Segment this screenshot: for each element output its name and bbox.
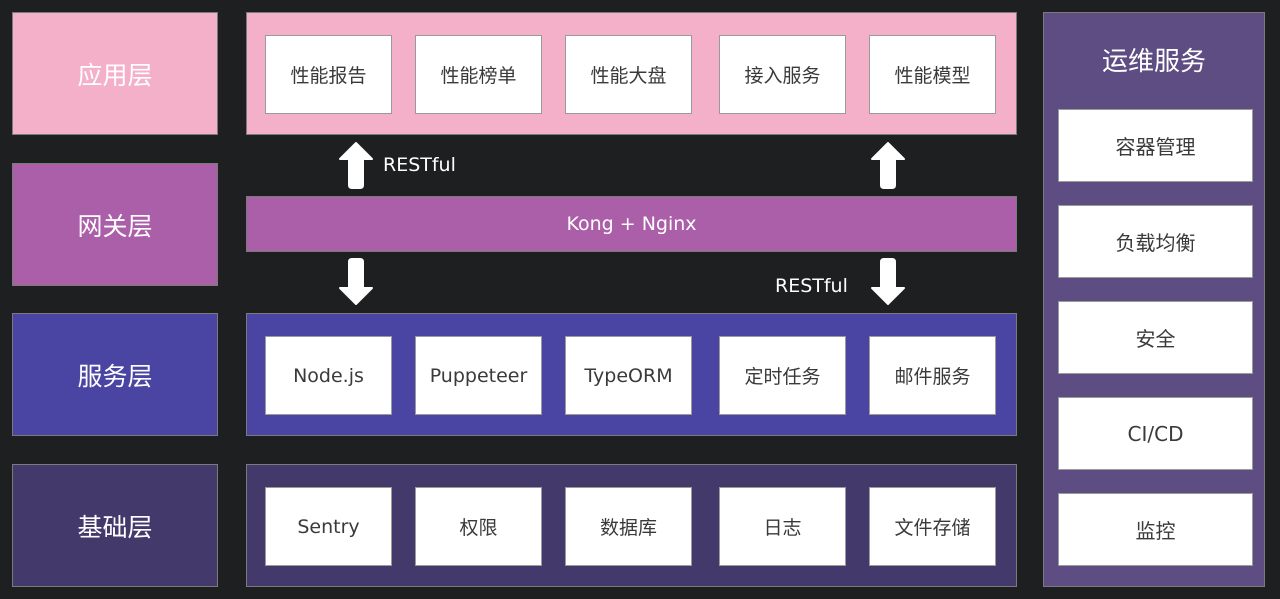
box-label: 性能模型: [894, 65, 971, 87]
box-label: 定时任务: [744, 366, 821, 388]
ops-item-container-management: 容器管理: [1058, 109, 1253, 182]
service-item-nodejs: Node.js: [265, 336, 392, 415]
box-label: 数据库: [599, 517, 657, 539]
app-item-performance-report: 性能报告: [265, 35, 392, 114]
box-label: 文件存储: [894, 517, 971, 539]
box-label: CI/CD: [1127, 421, 1184, 446]
box-label: Puppeteer: [429, 364, 528, 387]
layer-label-text: 网关层: [77, 211, 153, 241]
box-label: 负载均衡: [1115, 231, 1196, 255]
arrow-up-icon: [339, 142, 373, 189]
app-item-performance-ranking: 性能榜单: [415, 35, 542, 114]
service-item-mail-service: 邮件服务: [869, 336, 996, 415]
arrow-up-icon: [871, 142, 905, 189]
layer-label-text: 服务层: [77, 361, 153, 391]
app-item-performance-model: 性能模型: [869, 35, 996, 114]
box-label: 监控: [1135, 519, 1176, 543]
layer-label-text: 应用层: [77, 60, 153, 90]
service-panel: Node.js Puppeteer TypeORM 定时任务 邮件服务: [246, 313, 1017, 436]
box-label: TypeORM: [584, 364, 673, 387]
box-label: 权限: [459, 517, 498, 539]
box-label: 容器管理: [1115, 135, 1196, 159]
box-label: 日志: [763, 517, 802, 539]
ops-item-ci-cd: CI/CD: [1058, 397, 1253, 470]
layer-label-gateway: 网关层: [12, 163, 218, 286]
gateway-label: Kong + Nginx: [566, 213, 697, 235]
ops-item-monitoring: 监控: [1058, 493, 1253, 566]
service-item-typeorm: TypeORM: [565, 336, 692, 415]
box-label: Node.js: [293, 364, 364, 387]
app-item-access-service: 接入服务: [719, 35, 846, 114]
application-panel: 性能报告 性能榜单 性能大盘 接入服务 性能模型: [246, 12, 1017, 135]
arrow-down-icon: [871, 258, 905, 305]
box-label: 接入服务: [744, 65, 821, 87]
base-item-database: 数据库: [565, 487, 692, 566]
restful-label-down: RESTful: [775, 275, 848, 297]
ops-item-load-balancing: 负载均衡: [1058, 205, 1253, 278]
ops-item-security: 安全: [1058, 301, 1253, 374]
layer-label-service: 服务层: [12, 313, 218, 436]
base-item-permissions: 权限: [415, 487, 542, 566]
box-label: 安全: [1135, 327, 1176, 351]
box-label: 邮件服务: [894, 366, 971, 388]
base-item-sentry: Sentry: [265, 487, 392, 566]
layer-label-text: 基础层: [77, 512, 153, 542]
box-label: 性能大盘: [590, 65, 667, 87]
base-panel: Sentry 权限 数据库 日志 文件存储: [246, 464, 1017, 587]
restful-label-up: RESTful: [383, 154, 456, 176]
base-item-logs: 日志: [719, 487, 846, 566]
arrow-down-icon: [339, 258, 373, 305]
box-label: 性能榜单: [440, 65, 517, 87]
service-item-scheduled-tasks: 定时任务: [719, 336, 846, 415]
ops-panel: 运维服务 容器管理 负载均衡 安全 CI/CD 监控: [1043, 12, 1265, 587]
service-item-puppeteer: Puppeteer: [415, 336, 542, 415]
box-label: 性能报告: [290, 65, 367, 87]
layer-label-application: 应用层: [12, 12, 218, 135]
app-item-performance-dashboard: 性能大盘: [565, 35, 692, 114]
box-label: Sentry: [297, 515, 360, 538]
ops-title: 运维服务: [1101, 47, 1206, 77]
base-item-file-storage: 文件存储: [869, 487, 996, 566]
gateway-bar: Kong + Nginx: [246, 196, 1017, 252]
layer-label-base: 基础层: [12, 464, 218, 587]
